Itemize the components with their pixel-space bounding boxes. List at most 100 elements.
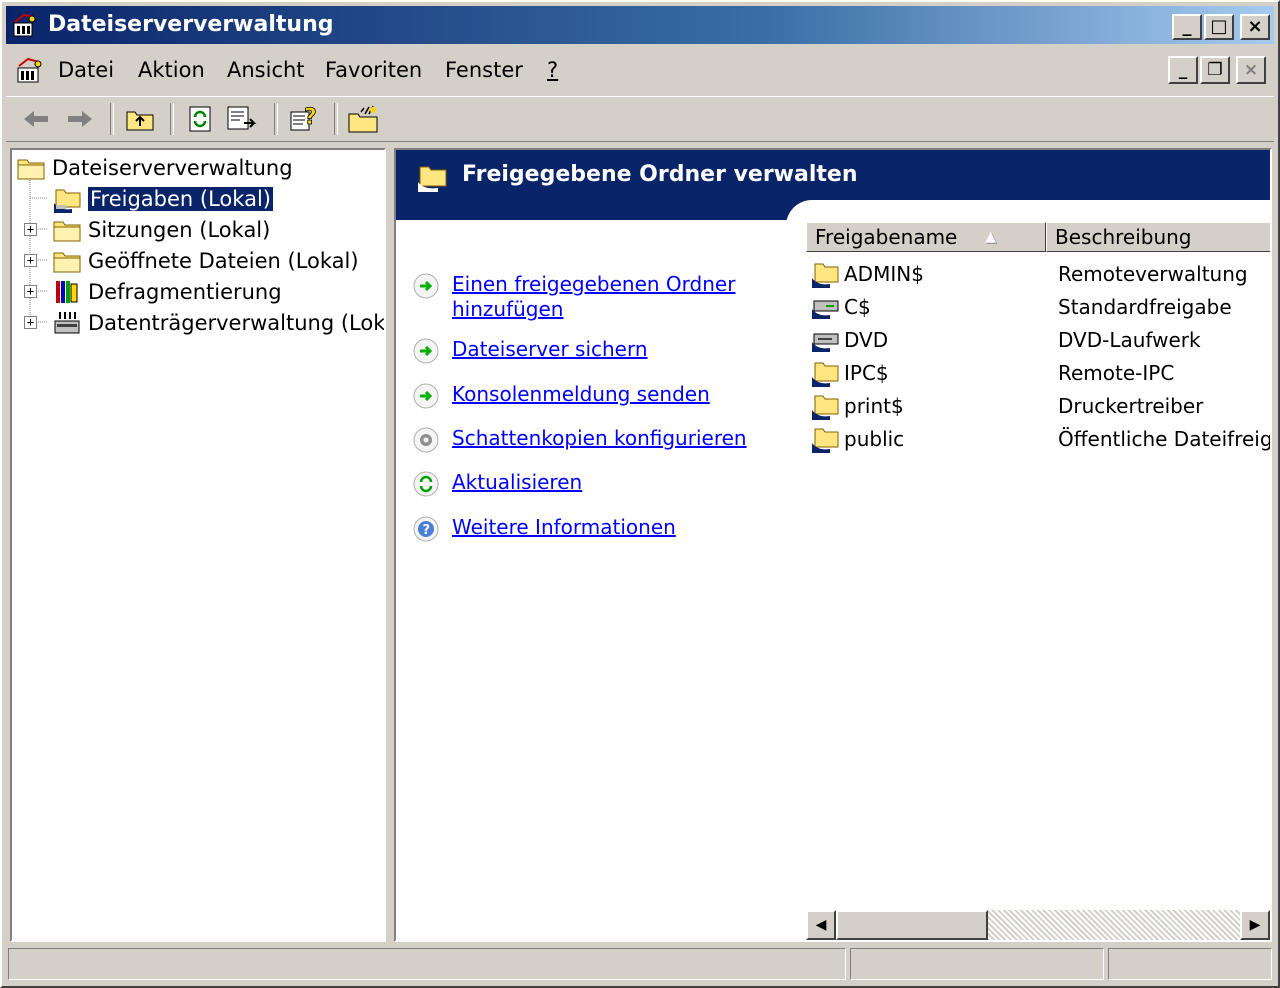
tree-item-defragmentierung[interactable]: Defragmentierung — [52, 277, 282, 307]
tree-item-sitzungen[interactable]: Sitzungen (Lokal) — [52, 215, 270, 245]
status-panel-right — [1108, 948, 1272, 980]
share-description: Druckertreiber — [1058, 394, 1204, 418]
share-name: C$ — [844, 295, 871, 319]
menu-fenster[interactable]: Fenster — [445, 58, 523, 82]
toolbar-separator — [170, 103, 174, 135]
gear-icon — [413, 427, 439, 453]
toolbar-separator — [274, 103, 278, 135]
title-bar[interactable]: Dateiserververwaltung _ □ × — [6, 6, 1274, 44]
shared-drive-icon — [812, 300, 839, 319]
task-link-send-console-message[interactable]: Konsolenmeldung senden — [452, 382, 710, 407]
expand-toggle[interactable]: + — [24, 285, 37, 298]
back-button[interactable] — [18, 101, 54, 137]
toolbar-separator — [334, 103, 338, 135]
task-more-information: ? Weitere Informationen — [412, 515, 676, 543]
share-description: Standardfreigabe — [1058, 295, 1232, 319]
task-link-configure-shadow-copies[interactable]: Schattenkopien konfigurieren — [452, 426, 747, 451]
task-link-refresh[interactable]: Aktualisieren — [452, 470, 582, 495]
toolbar: ? — [6, 96, 1274, 142]
open-files-folder-icon — [53, 252, 81, 273]
refresh-button[interactable] — [182, 101, 218, 137]
task-configure-shadow-copies: Schattenkopien konfigurieren — [412, 426, 747, 454]
list-item-public[interactable]: public — [810, 423, 904, 455]
forward-arrow-icon — [68, 111, 92, 127]
share-description: DVD-Laufwerk — [1058, 328, 1201, 352]
tree-item-label: Datenträgerverwaltung (Lokal) — [88, 311, 386, 335]
up-one-level-button[interactable] — [122, 101, 158, 137]
tree-item-datentraegerverwaltung[interactable]: Datenträgerverwaltung (Lokal) — [52, 308, 386, 338]
task-add-shared-folder: Einen freigegebenen Ordner hinzufügen — [412, 272, 735, 322]
forward-button[interactable] — [62, 101, 98, 137]
scroll-thumb[interactable] — [836, 910, 988, 940]
expand-toggle[interactable]: + — [24, 254, 37, 267]
task-link-more-information[interactable]: Weitere Informationen — [452, 515, 676, 540]
horizontal-scrollbar[interactable]: ◀ ▶ — [806, 910, 1270, 940]
task-link-add-shared-folder[interactable]: Einen freigegebenen Ordner hinzufügen — [452, 272, 735, 322]
shared-folder-icon — [812, 362, 839, 387]
close-button[interactable]: × — [1240, 14, 1270, 40]
status-panel-middle — [850, 948, 1104, 980]
share-name: print$ — [844, 394, 904, 418]
refresh-icon — [413, 471, 439, 497]
child-minimize-button[interactable]: _ — [1168, 56, 1198, 84]
export-list-button[interactable] — [224, 101, 260, 137]
menu-aktion[interactable]: Aktion — [138, 58, 205, 82]
task-send-console-message: Konsolenmeldung senden — [412, 382, 710, 410]
column-header-beschreibung[interactable]: Beschreibung — [1046, 222, 1270, 252]
svg-text:?: ? — [304, 105, 317, 130]
menu-help[interactable]: ? — [547, 58, 558, 82]
task-link-backup-fileserver[interactable]: Dateiserver sichern — [452, 337, 648, 362]
taskpad-title: Freigegebene Ordner verwalten — [462, 162, 858, 187]
column-label: Freigabename — [815, 225, 958, 249]
defrag-icon — [56, 281, 78, 303]
toolbar-separator — [110, 103, 114, 135]
close-icon: × — [1247, 16, 1263, 37]
details-pane: Freigegebene Ordner verwalten Einen frei… — [394, 148, 1272, 942]
child-close-button[interactable]: × — [1236, 56, 1266, 84]
list-item-c[interactable]: C$ — [810, 291, 871, 323]
list-item-print[interactable]: print$ — [810, 390, 904, 422]
expand-toggle[interactable]: + — [24, 223, 37, 236]
list-item-dvd[interactable]: DVD — [810, 324, 888, 356]
share-description: Öffentliche Dateifreiga — [1058, 427, 1272, 451]
menu-ansicht[interactable]: Ansicht — [227, 58, 305, 82]
tree-root[interactable]: Dateiserververwaltung — [16, 153, 293, 183]
help-icon: ? — [290, 105, 317, 131]
tree-item-label: Geöffnete Dateien (Lokal) — [88, 249, 359, 273]
restore-icon: ❐ — [1207, 60, 1223, 80]
scroll-right-button[interactable]: ▶ — [1240, 910, 1270, 940]
column-header-freigabename[interactable]: Freigabename ▲ — [806, 222, 1046, 252]
folder-icon — [17, 159, 45, 180]
status-panel-main — [8, 948, 846, 980]
green-arrow-icon — [413, 273, 439, 299]
mmc-document-icon[interactable] — [14, 56, 44, 86]
disk-management-icon — [54, 312, 80, 334]
sort-ascending-icon: ▲ — [985, 229, 997, 245]
triangle-left-icon: ◀ — [815, 917, 827, 933]
tree-item-geoeffnete-dateien[interactable]: Geöffnete Dateien (Lokal) — [52, 246, 359, 276]
scroll-left-button[interactable]: ◀ — [806, 910, 836, 940]
help-button[interactable]: ? — [286, 101, 322, 137]
share-description: Remoteverwaltung — [1058, 262, 1248, 286]
share-folder-button[interactable] — [346, 101, 382, 137]
minimize-icon: _ — [1178, 60, 1188, 80]
menu-favoriten[interactable]: Favoriten — [325, 58, 422, 82]
child-restore-button[interactable]: ❐ — [1200, 56, 1230, 84]
minimize-button[interactable]: _ — [1172, 14, 1202, 40]
share-name: ADMIN$ — [844, 262, 924, 286]
tree-root-label: Dateiserververwaltung — [52, 156, 293, 180]
column-label: Beschreibung — [1055, 225, 1192, 249]
shared-folder-icon — [812, 428, 839, 453]
triangle-right-icon: ▶ — [1249, 917, 1261, 933]
share-name: DVD — [844, 328, 889, 352]
menu-datei[interactable]: Datei — [58, 58, 114, 82]
list-item-admin[interactable]: ADMIN$ — [810, 258, 924, 290]
share-name: public — [844, 427, 905, 451]
sessions-folder-icon — [53, 221, 81, 242]
status-bar — [8, 946, 1274, 982]
expand-toggle[interactable]: + — [24, 316, 37, 329]
list-item-ipc[interactable]: IPC$ — [810, 357, 889, 389]
tree-item-label: Sitzungen (Lokal) — [88, 218, 271, 242]
tree-item-freigaben[interactable]: Freigaben (Lokal) — [52, 184, 274, 214]
maximize-button[interactable]: □ — [1204, 14, 1234, 40]
